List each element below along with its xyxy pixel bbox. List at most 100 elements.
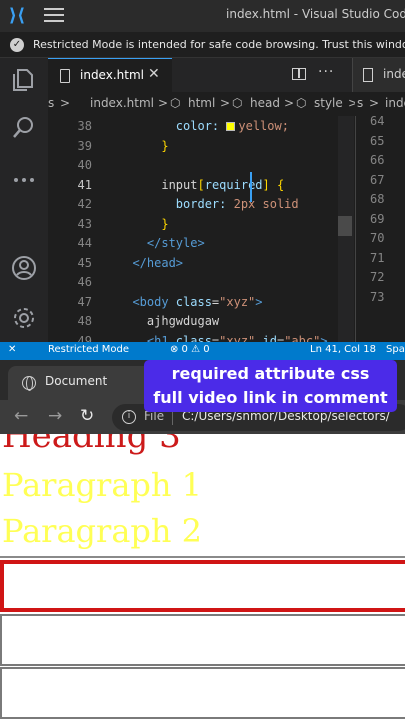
split-code-editor[interactable]: 64 65 66 67 68 69 70 71 72 73	[355, 114, 405, 342]
code-line[interactable]: 38 color: yellow;	[48, 119, 355, 139]
code-token: class	[175, 294, 212, 309]
text-input-2[interactable]	[0, 614, 405, 666]
line-number: 38	[77, 119, 92, 133]
code-token: yellow;	[238, 119, 289, 133]
code-token: color:	[118, 119, 227, 133]
code-line[interactable]: 39 }	[48, 139, 355, 159]
restricted-mode-banner[interactable]: ✓ Restricted Mode is intended for safe c…	[0, 32, 405, 58]
forward-arrow-icon[interactable]: →	[48, 406, 62, 426]
line-number: 67	[370, 172, 385, 187]
code-line[interactable]: 43 }	[48, 217, 355, 237]
line-number: 42	[77, 197, 92, 211]
tab-index-html-split[interactable]: inde	[352, 58, 405, 92]
code-token: ajhgwdugaw	[118, 314, 220, 328]
code-line[interactable]: 42 border: 2px solid	[48, 197, 355, 217]
breadcrumb-separator: >	[284, 96, 295, 110]
more-views-icon[interactable]	[9, 166, 39, 196]
problems-status[interactable]: ⊗ 0 ⚠ 0	[170, 344, 210, 355]
caption-line-2: full video link in comment	[153, 388, 388, 407]
code-line[interactable]: 45 </head>	[48, 256, 355, 276]
code-token: input	[118, 177, 198, 192]
close-icon[interactable]: ✕	[148, 66, 160, 82]
reload-icon[interactable]: ↻	[80, 406, 94, 426]
cursor-position-status[interactable]: Ln 41, Col 18	[310, 344, 376, 355]
line-number: 64	[370, 114, 385, 128]
line-number: 46	[77, 275, 92, 289]
breadcrumb: s > index.html > ⬡ html > ⬡ head > ⬡ sty…	[48, 92, 355, 116]
code-line[interactable]: 46	[48, 275, 355, 295]
file-icon	[60, 69, 70, 83]
browser-tab-label: Document	[45, 374, 108, 388]
code-token: ]	[262, 177, 270, 192]
code-line[interactable]: 44 </style>	[48, 236, 355, 256]
text-input-3[interactable]	[0, 667, 405, 719]
remote-icon[interactable]: ✕	[8, 344, 16, 355]
code-editor[interactable]: 49 <h1 class="xyz" id="abc"> 48 ajhgwduga…	[48, 116, 355, 342]
cube-icon: ⬡	[296, 96, 307, 110]
code-token: >	[320, 333, 328, 343]
code-token: >	[255, 294, 263, 309]
rendered-page: Heading 3 Paragraph 1 Paragraph 2	[0, 434, 405, 720]
window-title: index.html - Visual Studio Code	[226, 7, 405, 21]
breadcrumb-segment[interactable]: s	[357, 96, 363, 110]
status-bar: ✕ Restricted Mode ⊗ 0 ⚠ 0 Ln 41, Col 18 …	[0, 342, 405, 360]
indentation-status[interactable]: Spa	[386, 344, 405, 355]
line-number: 73	[370, 289, 385, 304]
required-input[interactable]	[0, 560, 405, 612]
breadcrumb-split: s > inde	[355, 92, 405, 116]
line-number: 72	[370, 270, 385, 284]
editor-tabs: index.html ✕ ··· inde	[48, 58, 405, 92]
code-text: </style>	[118, 236, 205, 250]
code-line[interactable]: 47 <body class="xyz">	[48, 295, 355, 315]
breadcrumb-head[interactable]: head	[250, 96, 280, 110]
code-text: input[required] {	[118, 178, 284, 192]
breadcrumb-separator: >	[60, 96, 71, 110]
search-icon[interactable]	[9, 114, 39, 144]
breadcrumb-separator: >	[369, 96, 380, 110]
code-token: border:	[118, 197, 234, 211]
globe-icon	[22, 376, 36, 391]
browser-tab-document[interactable]: Document	[8, 366, 158, 400]
caption-line-1: required attribute css	[171, 364, 370, 383]
code-text: </head>	[118, 256, 183, 270]
code-text: <h1 class="xyz" id="abc">	[118, 334, 328, 343]
code-line[interactable]: 49 <h1 class="xyz" id="abc">	[48, 334, 355, 343]
tab-index-html[interactable]: index.html ✕	[48, 58, 172, 92]
account-icon[interactable]	[9, 254, 39, 284]
code-text: <body class="xyz">	[118, 294, 263, 309]
code-line[interactable]: 40	[48, 158, 355, 178]
back-arrow-icon[interactable]: ←	[14, 406, 28, 426]
restricted-mode-message: Restricted Mode is intended for safe cod…	[33, 38, 405, 51]
code-token: class	[175, 333, 212, 343]
color-swatch-icon[interactable]	[226, 122, 236, 131]
page-divider	[0, 556, 405, 558]
code-token: <h1	[118, 333, 176, 343]
breadcrumb-html[interactable]: html	[188, 96, 215, 110]
code-token: }	[118, 216, 169, 231]
code-text: ajhgwdugaw	[118, 314, 219, 328]
hamburger-menu-icon[interactable]	[44, 8, 64, 24]
code-token: "abc"	[284, 333, 321, 343]
gear-icon[interactable]	[9, 304, 39, 334]
line-number: 44	[77, 236, 92, 250]
more-actions-icon[interactable]: ···	[318, 64, 334, 80]
line-number: 39	[77, 138, 92, 153]
editor-scroll-thumb[interactable]	[338, 216, 352, 236]
info-icon[interactable]: i	[122, 410, 136, 424]
breadcrumb-style[interactable]: style	[314, 96, 343, 110]
breadcrumb-segment[interactable]: s	[48, 96, 54, 110]
breadcrumb-file[interactable]: index.html	[90, 96, 154, 110]
restricted-mode-status[interactable]: Restricted Mode	[48, 344, 129, 355]
breadcrumb-file[interactable]: inde	[385, 96, 405, 110]
line-number: 69	[370, 211, 385, 226]
explorer-icon[interactable]	[9, 66, 39, 96]
code-line[interactable]: 48 ajhgwdugaw	[48, 314, 355, 334]
shield-icon: ✓	[10, 38, 24, 52]
code-token: 2px solid	[233, 197, 299, 211]
tab-label: inde	[383, 67, 405, 81]
split-editor-icon[interactable]	[292, 68, 306, 80]
code-line[interactable]: 41 input[required] {	[48, 178, 355, 198]
code-token: {	[276, 177, 285, 192]
line-number: 49	[77, 333, 92, 343]
